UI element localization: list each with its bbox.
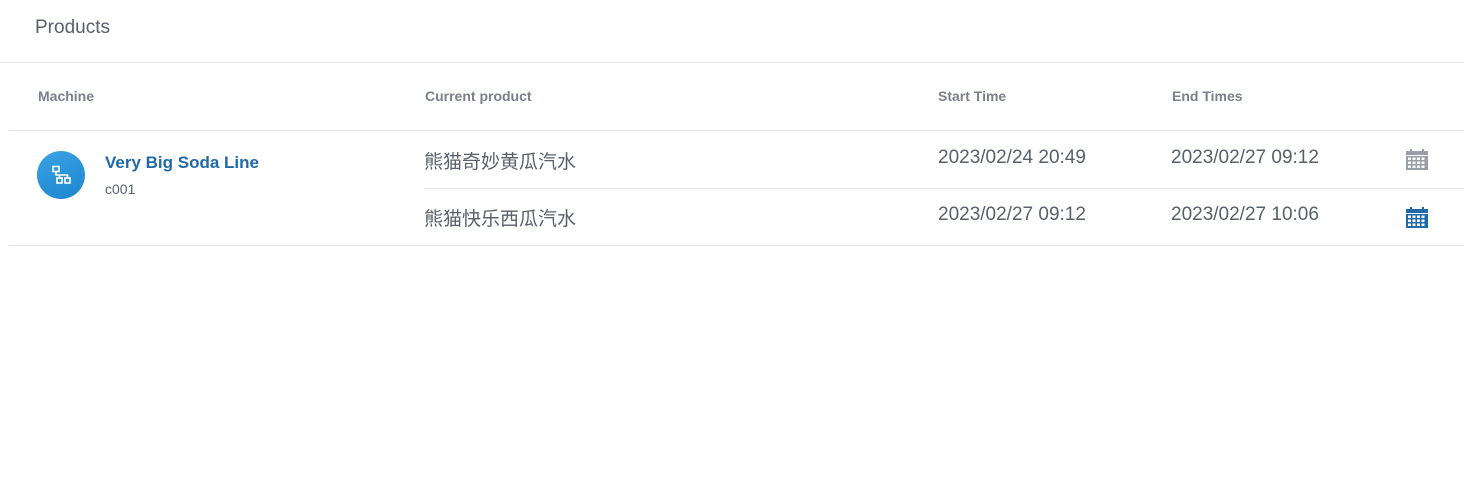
row-divider: [424, 188, 1464, 189]
machine-name-link[interactable]: Very Big Soda Line: [105, 153, 259, 173]
column-header-machine: Machine: [38, 88, 95, 104]
start-time-cell: 2023/02/24 20:49: [938, 147, 1086, 168]
end-time-cell: 2023/02/27 10:06: [1171, 204, 1319, 225]
header-divider: [9, 130, 1464, 131]
end-time-cell: 2023/02/27 09:12: [1171, 147, 1319, 168]
machine-avatar: [37, 151, 85, 199]
start-time-cell: 2023/02/27 09:12: [938, 204, 1086, 225]
column-header-start-time: Start Time: [938, 88, 1007, 104]
machine-code: c001: [105, 181, 136, 197]
product-cell: 熊猫奇妙黄瓜汽水: [424, 152, 577, 173]
calendar-icon[interactable]: [1406, 207, 1428, 228]
product-cell: 熊猫快乐西瓜汽水: [424, 209, 577, 230]
column-header-current-product: Current product: [425, 88, 532, 104]
calendar-icon[interactable]: [1406, 149, 1428, 170]
network-hierarchy-icon: [52, 165, 71, 184]
column-header-end-times: End Times: [1172, 88, 1243, 104]
panel-title: Products: [35, 17, 110, 38]
panel-header: Products: [0, 0, 1464, 63]
table-bottom-divider: [9, 245, 1464, 246]
